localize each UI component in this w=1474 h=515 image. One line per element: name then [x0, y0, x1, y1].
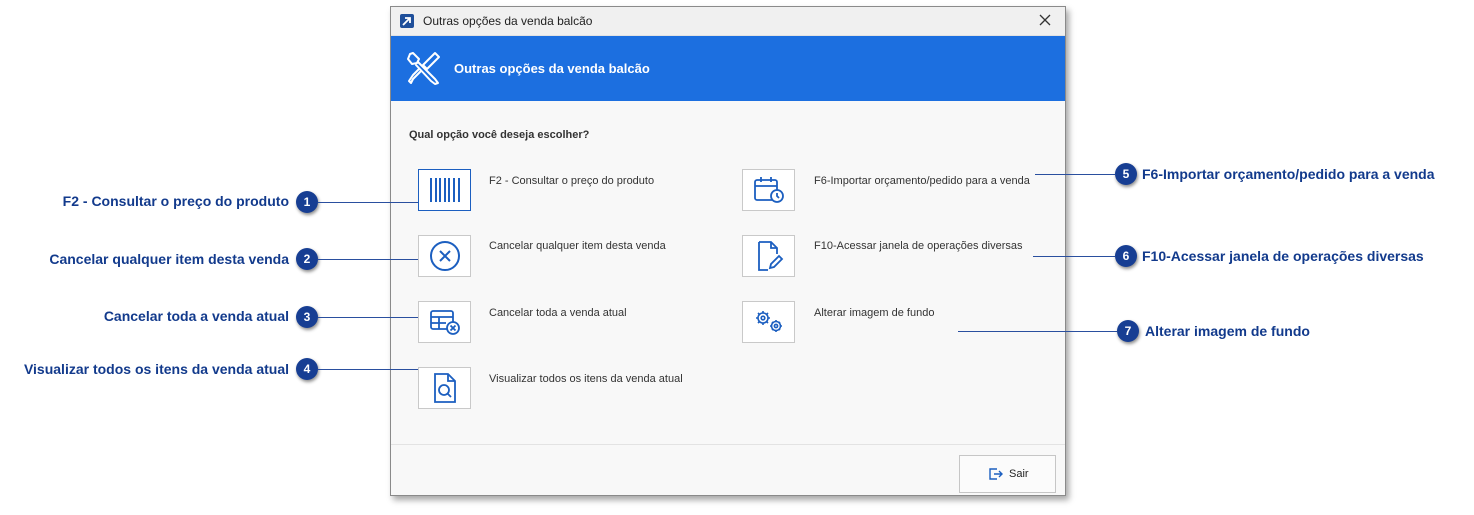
callout-text-1: F2 - Consultar o preço do produto	[62, 193, 289, 209]
header-banner: Outras opções da venda balcão	[391, 36, 1065, 101]
document-search-icon	[433, 373, 456, 403]
option-label-cancel-item: Cancelar qualquer item desta venda	[489, 240, 666, 252]
callout-leader-2	[318, 259, 418, 260]
gears-icon	[755, 311, 782, 332]
cancel-circle-icon	[429, 241, 460, 271]
option-label-change-background: Alterar imagem de fundo	[814, 307, 935, 319]
option-label-cancel-sale: Cancelar toda a venda atual	[489, 307, 627, 319]
callout-text-7: Alterar imagem de fundo	[1145, 323, 1310, 339]
callout-text-4: Visualizar todos os itens da venda atual	[23, 361, 289, 377]
callout-badge-6: 6	[1115, 245, 1137, 267]
option-label-view-items: Visualizar todos os itens da venda atual	[489, 373, 683, 385]
banner-title: Outras opções da venda balcão	[454, 61, 650, 76]
exit-button-label: Sair	[1009, 468, 1029, 480]
callout-text-3: Cancelar toda a venda atual	[103, 308, 289, 324]
callout-leader-3	[318, 317, 418, 318]
close-icon	[1039, 14, 1051, 26]
exit-icon	[989, 468, 1003, 480]
callout-leader-6	[1033, 256, 1115, 257]
cancel-sale-icon	[429, 310, 460, 335]
close-button[interactable]	[1033, 10, 1057, 32]
option-label-import-quote: F6-Importar orçamento/pedido para a vend…	[814, 175, 1030, 187]
callout-badge-7: 7	[1117, 320, 1139, 342]
option-label-consult-price: F2 - Consultar o preço do produto	[489, 175, 655, 187]
callout-leader-7	[958, 331, 1117, 332]
change-background-button[interactable]	[742, 301, 795, 343]
callout-leader-1	[318, 202, 418, 203]
exit-button[interactable]: Sair	[959, 455, 1056, 493]
footer-divider	[391, 444, 1065, 445]
options-dialog: Outras opções da venda balcão Outras opç…	[390, 6, 1066, 496]
callout-badge-3: 3	[296, 306, 318, 328]
question-label: Qual opção você deseja escolher?	[409, 129, 590, 141]
title-bar: Outras opções da venda balcão	[391, 7, 1065, 36]
document-edit-icon	[757, 241, 783, 271]
callout-leader-4	[318, 369, 418, 370]
cancel-item-button[interactable]	[418, 235, 471, 277]
window-title: Outras opções da venda balcão	[423, 14, 593, 28]
callout-badge-5: 5	[1115, 163, 1137, 185]
tools-icon	[407, 52, 440, 85]
import-quote-button[interactable]	[742, 169, 795, 211]
callout-text-2: Cancelar qualquer item desta venda	[49, 251, 289, 267]
option-label-misc-operations: F10-Acessar janela de operações diversas	[814, 240, 1023, 252]
callout-leader-5	[1035, 174, 1115, 175]
callout-text-5: F6-Importar orçamento/pedido para a vend…	[1142, 166, 1435, 182]
callout-text-6: F10-Acessar janela de operações diversas	[1142, 248, 1424, 264]
callout-badge-1: 1	[296, 191, 318, 213]
barcode-icon	[429, 178, 460, 202]
calendar-clock-icon	[753, 177, 784, 203]
consult-price-button[interactable]	[418, 169, 471, 211]
callout-badge-4: 4	[296, 358, 318, 380]
app-arrow-icon	[400, 14, 414, 28]
misc-operations-button[interactable]	[742, 235, 795, 277]
cancel-sale-button[interactable]	[418, 301, 471, 343]
view-items-button[interactable]	[418, 367, 471, 409]
callout-badge-2: 2	[296, 248, 318, 270]
